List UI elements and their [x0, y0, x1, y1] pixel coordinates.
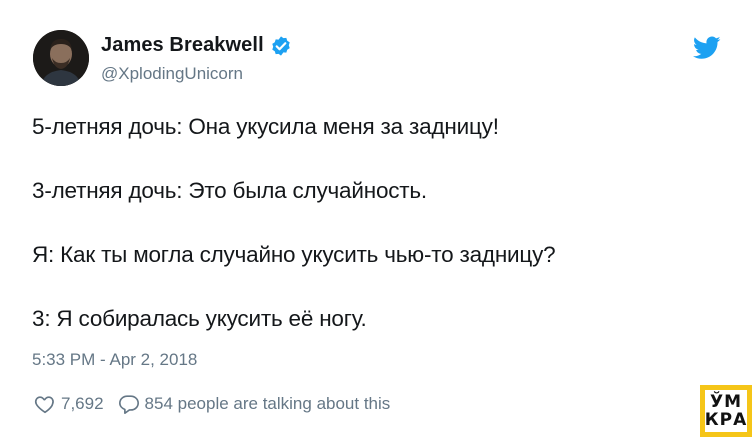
watermark-logo: ЎМ КРА	[700, 385, 752, 437]
tweet-line: 3: Я собиралась укусить её ногу.	[32, 306, 367, 331]
tweet-line: 3-летняя дочь: Это была случайность.	[32, 178, 427, 203]
tweet-text: 5-летняя дочь: Она укусила меня за задни…	[32, 112, 722, 334]
avatar[interactable]	[33, 30, 89, 86]
author-display-name[interactable]: James Breakwell	[101, 34, 264, 57]
reply-bubble-icon	[118, 393, 140, 415]
tweet-line: Я: Как ты могла случайно укусить чью-то …	[32, 242, 556, 267]
author-name-row[interactable]: James Breakwell	[101, 34, 292, 57]
heart-icon	[34, 393, 56, 415]
twitter-bird-icon[interactable]	[692, 36, 721, 60]
tweet-actions: 7,692 854 people are talking about this	[34, 393, 390, 415]
watermark-line-2: КРА	[704, 410, 748, 430]
replies-text: 854 people are talking about this	[144, 394, 391, 413]
likes-count: 7,692	[61, 394, 104, 413]
verified-badge-icon	[270, 35, 292, 57]
avatar-photo-icon	[33, 30, 89, 86]
tweet-timestamp[interactable]: 5:33 PM - Apr 2, 2018	[32, 350, 197, 370]
author-handle[interactable]: @XplodingUnicorn	[101, 64, 243, 84]
like-button[interactable]: 7,692	[34, 393, 104, 415]
reply-button[interactable]: 854 people are talking about this	[118, 393, 391, 415]
tweet-line: 5-летняя дочь: Она укусила меня за задни…	[32, 114, 499, 139]
tweet-card: James Breakwell @XplodingUnicorn 5-летня…	[0, 0, 755, 441]
watermark-line-1: ЎМ	[709, 392, 743, 412]
watermark-inner: ЎМ КРА	[705, 390, 747, 432]
